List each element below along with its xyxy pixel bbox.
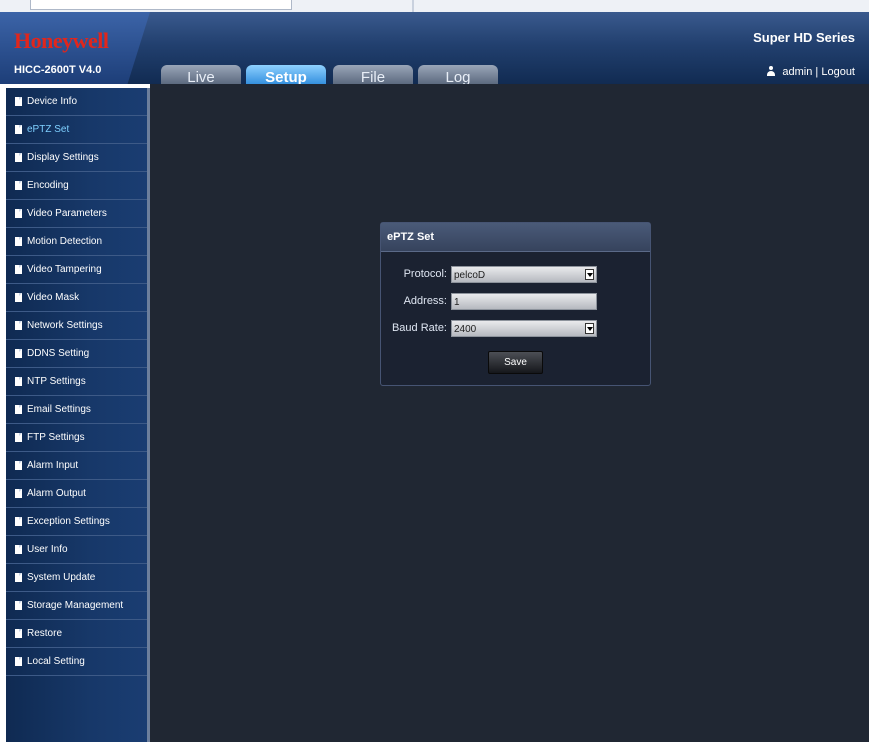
sidebar-item-label: Local Setting (27, 656, 85, 667)
user-area: admin | Logout (767, 66, 855, 78)
model-label: HICC-2600T V4.0 (14, 64, 102, 76)
document-icon (15, 573, 22, 582)
sidebar-item-label: Restore (27, 628, 63, 639)
honeywell-logo: Honeywell (14, 28, 109, 53)
document-icon (15, 265, 22, 274)
address-input[interactable]: 1 (451, 293, 597, 310)
user-separator: | (815, 66, 819, 78)
sidebar-item-display-settings[interactable]: Display Settings (6, 144, 147, 172)
document-icon (15, 209, 22, 218)
sidebar-item-alarm-input[interactable]: Alarm Input (6, 452, 147, 480)
document-icon (15, 517, 22, 526)
sidebar-item-label: System Update (27, 572, 96, 583)
sidebar-item-label: User Info (27, 544, 68, 555)
document-icon (15, 461, 22, 470)
sidebar-item-email-settings[interactable]: Email Settings (6, 396, 147, 424)
sidebar-item-label: Device Info (27, 96, 78, 107)
sidebar-item-system-update[interactable]: System Update (6, 564, 147, 592)
sidebar-item-user-info[interactable]: User Info (6, 536, 147, 564)
document-icon (15, 489, 22, 498)
series-brand: Super HD Series (753, 30, 855, 45)
sidebar-item-label: DDNS Setting (27, 348, 90, 359)
document-icon (15, 97, 22, 106)
sidebar-item-label: NTP Settings (27, 376, 86, 387)
sidebar-item-network-settings[interactable]: Network Settings (6, 312, 147, 340)
document-icon (15, 377, 22, 386)
document-icon (15, 601, 22, 610)
sidebar-item-local-setting[interactable]: Local Setting (6, 648, 147, 676)
protocol-value: pelcoD (454, 270, 486, 281)
sidebar-item-video-parameters[interactable]: Video Parameters (6, 200, 147, 228)
sidebar-item-label: Video Tampering (27, 264, 102, 275)
panel-title: ePTZ Set (381, 223, 650, 252)
sidebar-item-label: FTP Settings (27, 432, 85, 443)
sidebar-item-ntp-settings[interactable]: NTP Settings (6, 368, 147, 396)
sidebar-item-label: ePTZ Set (27, 124, 70, 135)
document-icon (15, 433, 22, 442)
sidebar-item-storage-management[interactable]: Storage Management (6, 592, 147, 620)
document-icon (15, 629, 22, 638)
eptz-settings-panel: ePTZ Set Protocol: pelcoD Address: 1 Bau… (380, 222, 651, 386)
user-icon (767, 66, 776, 76)
sidebar-item-label: Video Mask (27, 292, 80, 303)
document-icon (15, 181, 22, 190)
sidebar-item-motion-detection[interactable]: Motion Detection (6, 228, 147, 256)
document-icon (15, 657, 22, 666)
browser-tab-separator (412, 0, 414, 12)
save-button[interactable]: Save (488, 351, 543, 374)
sidebar-item-label: Storage Management (27, 600, 124, 611)
sidebar-item-device-info[interactable]: Device Info (6, 88, 147, 116)
sidebar-item-encoding[interactable]: Encoding (6, 172, 147, 200)
dropdown-arrow-icon[interactable] (585, 269, 594, 280)
sidebar-item-eptz-set[interactable]: ePTZ Set (6, 116, 147, 144)
sidebar-item-label: Alarm Input (27, 460, 79, 471)
address-label: Address: (403, 295, 447, 307)
sidebar-item-ftp-settings[interactable]: FTP Settings (6, 424, 147, 452)
dropdown-arrow-icon[interactable] (585, 323, 594, 334)
content-area (150, 84, 869, 742)
sidebar-item-label: Display Settings (27, 152, 99, 163)
logout-link[interactable]: Logout (821, 66, 855, 78)
sidebar-item-restore[interactable]: Restore (6, 620, 147, 648)
app-header: Honeywell HICC-2600T V4.0 Live Setup Fil… (0, 12, 869, 89)
sidebar-item-video-tampering[interactable]: Video Tampering (6, 256, 147, 284)
sidebar-item-label: Video Parameters (27, 208, 107, 219)
document-icon (15, 153, 22, 162)
address-value: 1 (454, 297, 460, 308)
sidebar-item-video-mask[interactable]: Video Mask (6, 284, 147, 312)
document-icon (15, 237, 22, 246)
sidebar-item-label: Exception Settings (27, 516, 110, 527)
address-bar[interactable] (30, 0, 292, 10)
document-icon (15, 321, 22, 330)
baud-rate-select[interactable]: 2400 (451, 320, 597, 337)
document-icon (15, 545, 22, 554)
sidebar-item-label: Email Settings (27, 404, 91, 415)
sidebar-item-exception-settings[interactable]: Exception Settings (6, 508, 147, 536)
sidebar-item-label: Encoding (27, 180, 69, 191)
username: admin (782, 66, 813, 78)
protocol-select[interactable]: pelcoD (451, 266, 597, 283)
setup-sidebar: Device Info ePTZ Set Display Settings En… (6, 88, 150, 742)
baud-rate-label: Baud Rate: (391, 322, 447, 334)
sidebar-item-label: Alarm Output (27, 488, 86, 499)
sidebar-item-label: Motion Detection (27, 236, 103, 247)
document-icon (15, 349, 22, 358)
protocol-label: Protocol: (403, 268, 447, 280)
document-icon (15, 125, 22, 134)
document-icon (15, 293, 22, 302)
baud-rate-value: 2400 (454, 324, 477, 335)
document-icon (15, 405, 22, 414)
sidebar-item-alarm-output[interactable]: Alarm Output (6, 480, 147, 508)
sidebar-item-ddns-setting[interactable]: DDNS Setting (6, 340, 147, 368)
sidebar-item-label: Network Settings (27, 320, 103, 331)
